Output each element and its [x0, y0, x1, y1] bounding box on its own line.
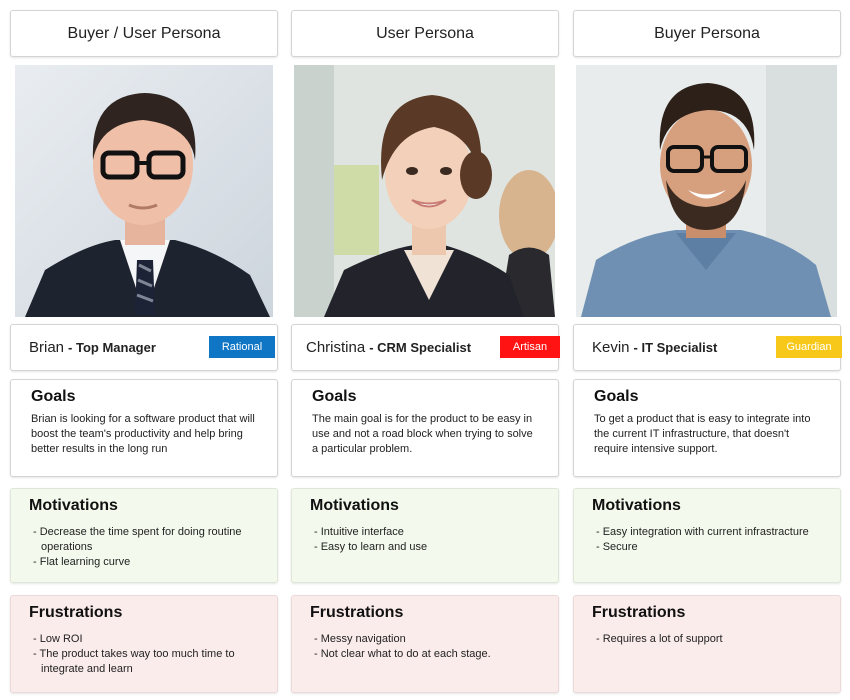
motivations-title: Motivations [310, 497, 399, 514]
persona-photo [294, 65, 555, 317]
motivations-box: Motivations - Decrease the time spent fo… [10, 488, 278, 583]
frustration-item: - Requires a lot of support [596, 633, 723, 645]
frustration-item: - Low ROI [33, 633, 83, 645]
frustration-item: - Messy navigation [314, 633, 406, 645]
persona-type-header: Buyer Persona [573, 10, 841, 57]
frustrations-title: Frustrations [310, 604, 404, 621]
persona-role: - IT Specialist [633, 340, 718, 355]
motivation-item: - Easy to learn and use [314, 541, 428, 553]
persona-photo [576, 65, 837, 317]
frustration-item: - The product takes way too much time to… [33, 648, 235, 675]
frustrations-box: Frustrations - Low ROI - The product tak… [10, 595, 278, 693]
motivation-item: - Secure [596, 541, 638, 553]
motivation-item: - Easy integration with current infrastr… [596, 526, 809, 538]
persona-type-header: Buyer / User Persona [10, 10, 278, 57]
portrait-image [15, 65, 273, 317]
goals-title: Goals [312, 388, 357, 405]
persona-tag-badge: Rational [209, 336, 275, 358]
goals-title: Goals [31, 388, 76, 405]
persona-name-box: Brian - Top Manager Rational [10, 324, 278, 371]
motivations-title: Motivations [29, 497, 118, 514]
frustration-item: - Not clear what to do at each stage. [314, 648, 491, 660]
goals-text: The main goal is for the product to be e… [312, 413, 533, 455]
frustrations-title: Frustrations [592, 604, 686, 621]
persona-type-header: User Persona [291, 10, 559, 57]
frustrations-box: Frustrations - Requires a lot of support [573, 595, 841, 693]
portrait-image [576, 65, 837, 317]
persona-name: Brian [29, 339, 65, 356]
portrait-image [294, 65, 555, 317]
persona-tag-badge: Artisan [500, 336, 560, 358]
goals-box: Goals Brian is looking for a software pr… [10, 379, 278, 477]
goals-box: Goals The main goal is for the product t… [291, 379, 559, 477]
motivations-title: Motivations [592, 497, 681, 514]
motivations-box: Motivations - Easy integration with curr… [573, 488, 841, 583]
goals-title: Goals [594, 388, 639, 405]
persona-name: Christina [306, 339, 366, 356]
motivation-item: - Decrease the time spent for doing rout… [33, 526, 242, 553]
persona-role: - CRM Specialist [369, 340, 472, 355]
goals-text: To get a product that is easy to integra… [594, 413, 811, 455]
persona-name-box: Christina - CRM Specialist Artisan [291, 324, 560, 371]
goals-box: Goals To get a product that is easy to i… [573, 379, 841, 477]
persona-tag-badge: Guardian [776, 336, 842, 358]
motivation-item: - Flat learning curve [33, 556, 131, 568]
persona-name: Kevin [592, 339, 630, 356]
persona-name-box: Kevin - IT Specialist Guardian [573, 324, 842, 371]
persona-photo [15, 65, 273, 317]
persona-role: - Top Manager [68, 340, 156, 355]
frustrations-box: Frustrations - Messy navigation - Not cl… [291, 595, 559, 693]
motivations-box: Motivations - Intuitive interface - Easy… [291, 488, 559, 583]
motivation-item: - Intuitive interface [314, 526, 404, 538]
frustrations-title: Frustrations [29, 604, 123, 621]
goals-text: Brian is looking for a software product … [31, 413, 255, 455]
